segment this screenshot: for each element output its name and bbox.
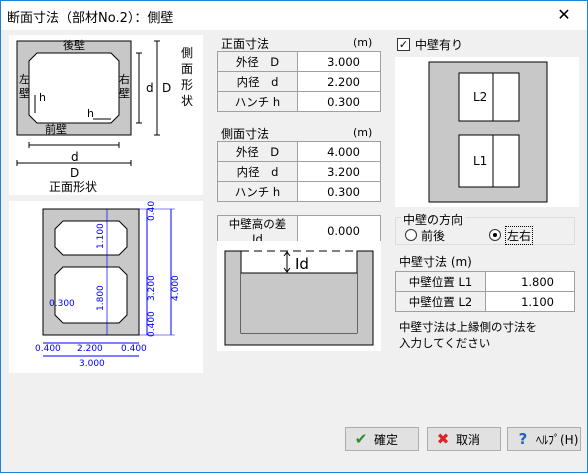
mw-dims-label-1: 中壁位置 L2 [395, 291, 486, 312]
table-row: 内径 d 2.200 [217, 71, 381, 92]
front-shape-svg: 後壁 前壁 左 壁 右 壁 h h d D 側 面 形 状 d D 正面形状 [16, 38, 193, 194]
title-bar: 断面寸法（部材No.2）：側壁 ✕ [1, 1, 587, 30]
mw-dims-input-0[interactable]: 1.800 [485, 271, 575, 292]
front-d-label: d [71, 150, 79, 164]
side-dims-unit: (m) [353, 126, 373, 139]
ok-button-label: 確定 [374, 433, 399, 447]
hunch-h-label-bottom: h [87, 107, 94, 120]
side-dims-input-1[interactable]: 3.200 [297, 161, 381, 182]
right-wall-label-2: 壁 [119, 86, 130, 100]
table-row: 中壁位置 L2 1.100 [395, 291, 575, 312]
front-dims-input-2[interactable]: 0.300 [297, 91, 381, 112]
cad-top: 0.400 [147, 201, 157, 221]
height-diff-svg: Id [224, 250, 374, 346]
help-button-label: ﾍﾙﾌﾟ(H) [536, 433, 579, 447]
cad-w-inner: 2.200 [77, 344, 103, 354]
side-dims-input-2[interactable]: 0.300 [297, 181, 381, 202]
left-wall-label-2: 壁 [19, 86, 30, 100]
cancel-button[interactable]: ✖ 取消 [427, 427, 501, 451]
side-dims-label-2: ハンチ h [217, 181, 298, 202]
mw-dims-input-1[interactable]: 1.100 [485, 291, 575, 312]
cad-upper-inner: 1.100 [96, 223, 106, 249]
question-icon: ? [518, 430, 528, 448]
table-row: 外径 D 4.000 [217, 141, 381, 162]
direction-radio-left-right[interactable] [489, 229, 501, 241]
side-shape-char-4: 状 [181, 94, 193, 108]
side-D-label: D [162, 81, 171, 95]
table-row: ハンチ h 0.300 [217, 181, 381, 202]
cancel-button-label: 取消 [456, 433, 481, 447]
mw-dims-table: 中壁位置 L1 1.800 中壁位置 L2 1.100 [395, 271, 575, 312]
front-dims-label-2: ハンチ h [217, 91, 298, 112]
table-row: ハンチ h 0.300 [217, 91, 381, 112]
front-dims-input-1[interactable]: 2.200 [297, 71, 381, 92]
side-dims-table: 外径 D 4.000 内径 d 3.200 ハンチ h 0.300 [217, 141, 381, 202]
hunch-h-label-left: h [39, 91, 46, 104]
cad-svg: 1.100 1.800 0.400 3.200 4.000 0.400 0.30… [35, 195, 181, 369]
side-shape-char-3: 形 [181, 78, 193, 92]
id-diagram-label: Id [295, 255, 309, 273]
l1-label: L1 [473, 154, 487, 168]
left-wall-label-1: 左 [19, 73, 30, 86]
cad-outer-height: 4.000 [171, 275, 181, 301]
cad-inner-height: 3.200 [147, 275, 157, 301]
cad-left-label: 0.300 [49, 299, 75, 309]
front-wall-label: 前壁 [45, 122, 67, 136]
cad-bottom: 0.400 [147, 311, 157, 337]
back-wall-label: 後壁 [63, 38, 85, 52]
direction-title: 中壁の方向 [401, 211, 466, 228]
l2-label: L2 [473, 90, 487, 104]
window-title: 断面寸法（部材No.2）：側壁 [7, 11, 174, 26]
side-d-label: d [146, 81, 154, 95]
side-dims-label-1: 内径 d [217, 161, 298, 182]
front-dims-table: 外径 D 3.000 内径 d 2.200 ハンチ h 0.300 [217, 51, 381, 112]
middle-wall-checkbox-label[interactable]: 中壁有り [415, 36, 463, 53]
side-dims-input-0[interactable]: 4.000 [297, 141, 381, 162]
height-diff-diagram: Id [217, 241, 381, 351]
help-button[interactable]: ? ﾍﾙﾌﾟ(H) [507, 427, 581, 451]
side-dims-label-0: 外径 D [217, 141, 298, 162]
side-dims-title: 側面寸法 [221, 127, 270, 141]
front-dims-input-0[interactable]: 3.000 [297, 51, 381, 72]
front-dims-label-0: 外径 D [217, 51, 298, 72]
front-shape-label: 正面形状 [49, 180, 97, 194]
mw-dims-label-0: 中壁位置 L1 [395, 271, 486, 292]
cad-lower-inner: 1.800 [96, 285, 106, 311]
front-dims-label-1: 内径 d [217, 71, 298, 92]
dialog-window: 断面寸法（部材No.2）：側壁 ✕ 後壁 前壁 左 壁 右 壁 h h d D … [0, 0, 588, 473]
table-row: 中壁位置 L1 1.800 [395, 271, 575, 292]
direction-label-front-back[interactable]: 前後 [421, 227, 445, 244]
front-D-label: D [70, 166, 79, 180]
right-wall-label-1: 右 [119, 72, 130, 86]
cad-drawing: 1.100 1.800 0.400 3.200 4.000 0.400 0.30… [9, 195, 203, 373]
side-shape-char-1: 側 [181, 46, 193, 60]
cad-w-total: 3.000 [79, 359, 105, 369]
mw-note-line2: 入力してください [399, 336, 491, 350]
mw-note-line1: 中壁寸法は上縁側の寸法を [399, 320, 537, 334]
ok-button[interactable]: ✔ 確定 [345, 427, 419, 451]
table-row: 内径 d 3.200 [217, 161, 381, 182]
middle-wall-diagram: L2 L1 [395, 57, 579, 207]
front-dims-unit: (m) [353, 36, 373, 49]
direction-label-left-right[interactable]: 左右 [505, 226, 534, 245]
mw-dims-title: 中壁寸法 (m) [399, 255, 472, 269]
front-dims-title: 正面寸法 [221, 37, 270, 51]
front-shape-diagram: 後壁 前壁 左 壁 右 壁 h h d D 側 面 形 状 d D 正面形状 [9, 35, 203, 195]
middle-wall-checkbox[interactable]: ✓ [397, 38, 410, 51]
cross-icon: ✖ [436, 430, 450, 448]
middle-wall-svg: L2 L1 [428, 61, 548, 203]
check-icon: ✔ [354, 430, 368, 448]
direction-radio-front-back[interactable] [405, 229, 417, 241]
cad-w-right: 0.400 [121, 344, 147, 354]
close-button[interactable]: ✕ [541, 1, 587, 30]
table-row: 外径 D 3.000 [217, 51, 381, 72]
cad-w-left: 0.400 [35, 344, 61, 354]
side-shape-char-2: 面 [181, 62, 193, 76]
